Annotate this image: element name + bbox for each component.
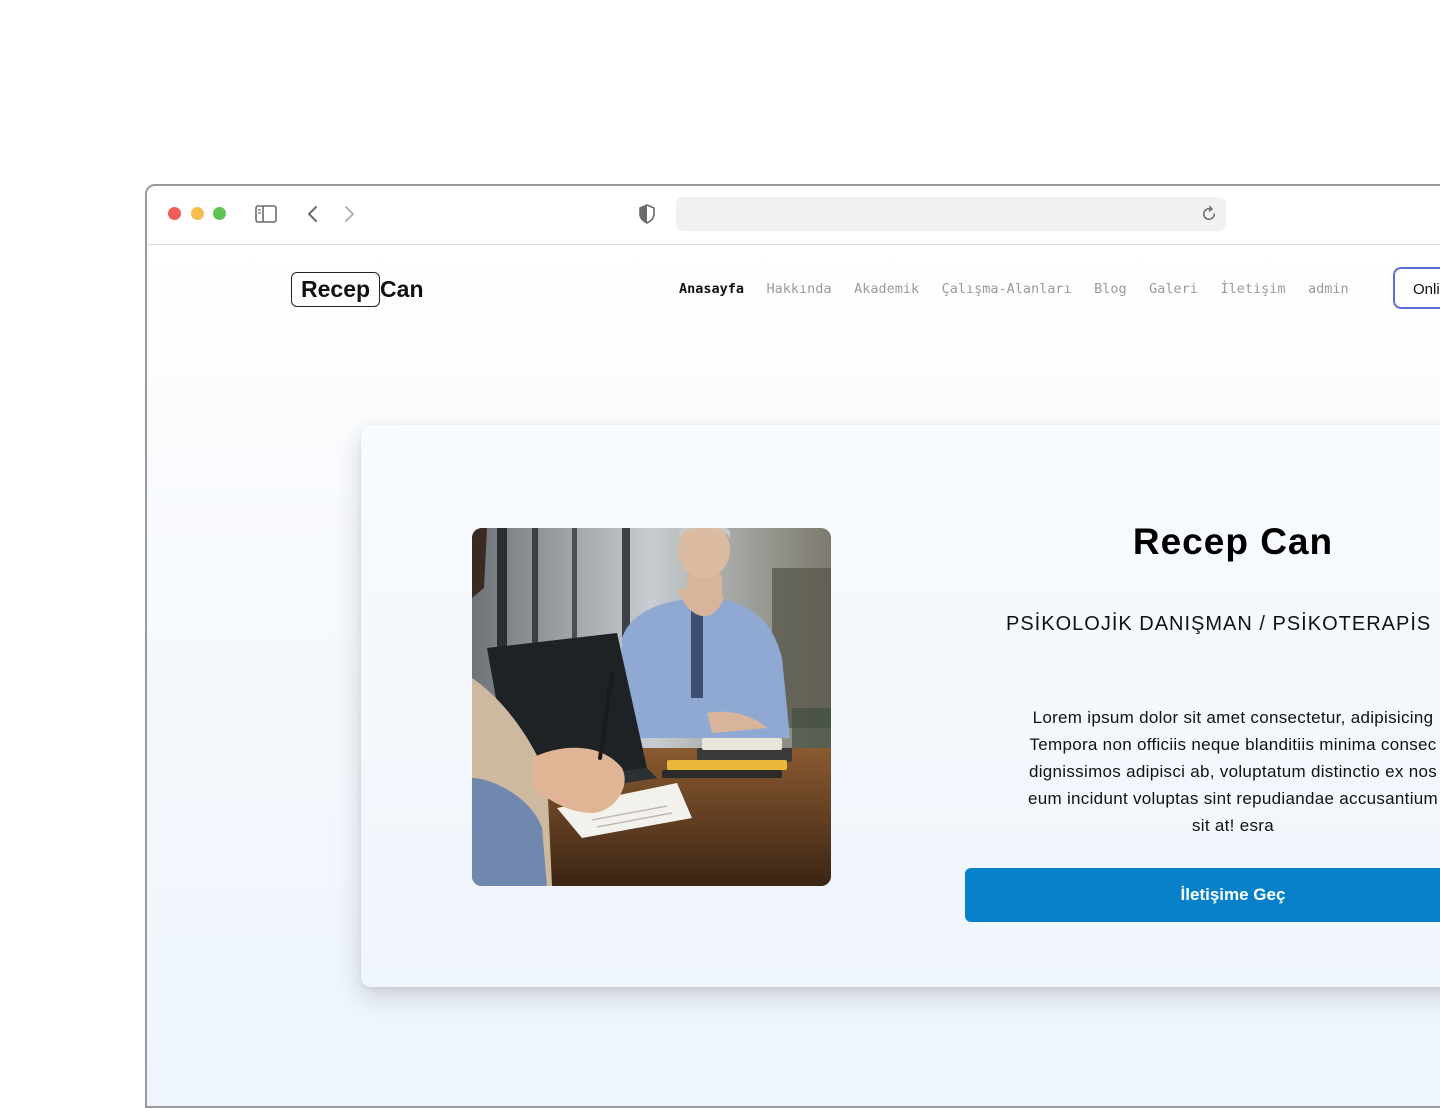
nav-link-galeri[interactable]: Galeri <box>1149 281 1198 297</box>
nav-link-iletisim[interactable]: İletişim <box>1220 281 1285 297</box>
minimize-window-button[interactable] <box>191 207 204 220</box>
site-logo[interactable]: Recep Can <box>291 272 424 307</box>
address-bar[interactable] <box>676 197 1226 231</box>
hero-text-line: sit at! esra <box>1191 816 1275 835</box>
hero-card: Recep Can PSİKOLOJİK DANIŞMAN / PSİKOTER… <box>361 425 1440 987</box>
back-icon[interactable] <box>301 202 325 226</box>
logo-first-name: Recep <box>291 272 381 307</box>
hero-text-line: Lorem ipsum dolor sit amet consectetur, … <box>1032 708 1434 727</box>
online-button[interactable]: Onli <box>1393 267 1440 309</box>
zoom-window-button[interactable] <box>213 207 226 220</box>
logo-last-name: Can <box>380 276 424 302</box>
forward-icon[interactable] <box>337 202 361 226</box>
browser-toolbar <box>147 186 1440 245</box>
nav-link-calisma-alanlari[interactable]: Çalışma-Alanları <box>942 281 1072 297</box>
hero-description: Lorem ipsum dolor sit amet consectetur, … <box>965 704 1440 839</box>
nav-link-anasayfa[interactable]: Anasayfa <box>679 281 744 297</box>
contact-cta-button[interactable]: İletişime Geç <box>965 868 1440 922</box>
nav-link-admin[interactable]: admin <box>1308 281 1349 297</box>
hero-text-line: dignissimos adipisci ab, voluptatum dist… <box>1028 762 1438 781</box>
nav-link-akademik[interactable]: Akademik <box>854 281 919 297</box>
site-navbar: Recep Can Anasayfa Hakkında Akademik Çal… <box>147 245 1440 337</box>
close-window-button[interactable] <box>168 207 181 220</box>
hero-subtitle: PSİKOLOJİK DANIŞMAN / PSİKOTERAPİS <box>1006 613 1432 635</box>
hero-text-line: Tempora non officiis neque blanditiis mi… <box>1029 735 1437 754</box>
hero-title: Recep Can <box>1132 521 1334 562</box>
nav-links: Anasayfa Hakkında Akademik Çalışma-Alanl… <box>679 281 1371 297</box>
counseling-session-photo <box>472 528 831 886</box>
reload-icon[interactable] <box>1200 205 1218 223</box>
browser-window: Recep Can Anasayfa Hakkında Akademik Çal… <box>145 184 1440 1108</box>
nav-link-blog[interactable]: Blog <box>1094 281 1127 297</box>
nav-link-hakkinda[interactable]: Hakkında <box>767 281 832 297</box>
web-page: Recep Can Anasayfa Hakkında Akademik Çal… <box>147 245 1440 1106</box>
sidebar-icon[interactable] <box>254 202 278 226</box>
shield-icon[interactable] <box>635 202 659 226</box>
hero-text-line: eum incidunt voluptas sint repudiandae a… <box>1027 789 1439 808</box>
